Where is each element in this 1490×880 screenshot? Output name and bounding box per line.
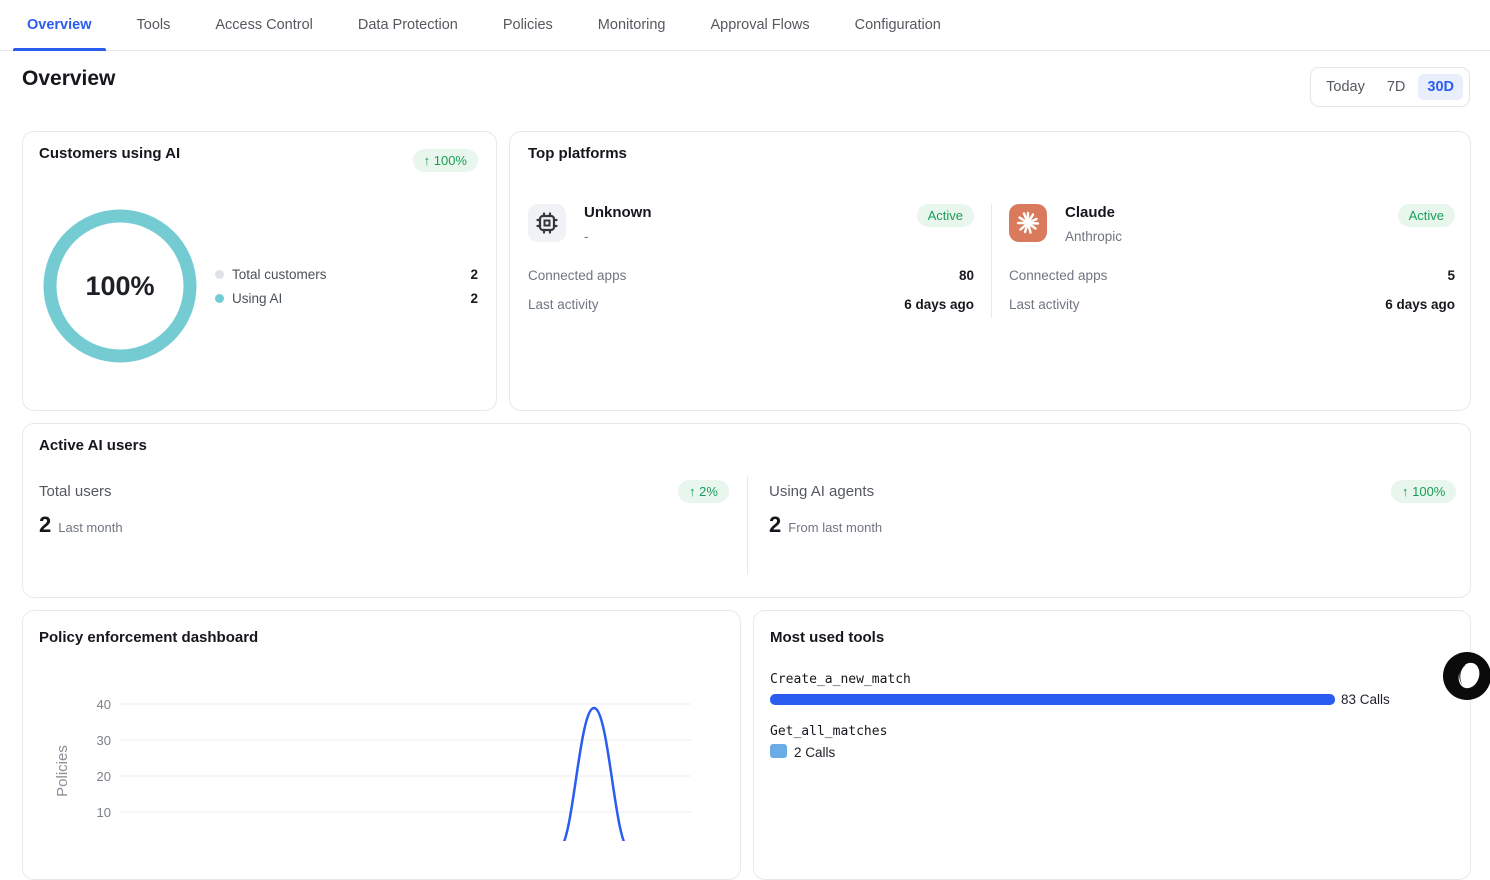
range-option-30d[interactable]: 30D <box>1418 74 1463 100</box>
connected-apps-row: Connected apps 5 <box>1009 268 1455 283</box>
using-ai-agents-label: Using AI agents <box>769 483 874 500</box>
last-activity-label: Last activity <box>528 297 599 312</box>
customers-using-ai-card: Customers using AI ↑ 100% 100% Total cus… <box>22 131 497 411</box>
metric-value: 2 <box>39 512 51 538</box>
tab-overview[interactable]: Overview <box>13 0 106 50</box>
chat-widget-button[interactable] <box>1443 652 1490 700</box>
tab-monitoring[interactable]: Monitoring <box>584 0 680 50</box>
legend-label: Total customers <box>232 267 462 282</box>
card-title: Most used tools <box>770 629 884 646</box>
tool-calls-label: 83 Calls <box>1341 692 1390 707</box>
connected-apps-row: Connected apps 80 <box>528 268 974 283</box>
card-title: Policy enforcement dashboard <box>39 629 258 646</box>
claude-starburst-icon <box>1009 204 1047 242</box>
y-axis-label: Policies <box>54 745 71 797</box>
connected-apps-value: 80 <box>959 268 974 283</box>
card-title: Customers using AI <box>39 145 180 162</box>
policy-line-chart: 40 30 20 10 Policies <box>45 661 725 841</box>
status-badge: Active <box>1398 204 1455 227</box>
tool-name: Get_all_matches <box>770 724 887 739</box>
last-activity-row: Last activity 6 days ago <box>528 297 974 312</box>
platform-vendor: - <box>584 229 589 244</box>
legend-row-total-customers: Total customers 2 <box>215 262 478 286</box>
last-activity-label: Last activity <box>1009 297 1080 312</box>
top-nav: Overview Tools Access Control Data Prote… <box>0 0 1490 51</box>
legend-row-using-ai: Using AI 2 <box>215 286 478 310</box>
platform-name: Unknown <box>584 204 652 221</box>
policy-enforcement-card: Policy enforcement dashboard 40 30 20 10… <box>22 610 741 880</box>
last-activity-value: 6 days ago <box>904 297 974 312</box>
legend-value: 2 <box>470 267 478 282</box>
total-users-label: Total users <box>39 483 112 500</box>
active-ai-users-card: Active AI users Total users ↑ 2% 2 Last … <box>22 423 1471 598</box>
gray-dot-icon <box>215 270 224 279</box>
platform-item-claude[interactable]: Claude Anthropic Active Connected apps 5… <box>1009 204 1455 334</box>
metric-caption: From last month <box>788 520 882 535</box>
vertical-divider <box>747 476 748 574</box>
tool-usage-bar <box>770 694 1335 705</box>
connected-apps-value: 5 <box>1447 268 1455 283</box>
y-tick-10: 10 <box>97 805 111 820</box>
range-option-7d[interactable]: 7D <box>1378 74 1415 100</box>
legend-value: 2 <box>470 291 478 306</box>
tab-tools[interactable]: Tools <box>123 0 185 50</box>
total-users-value-row: 2 Last month <box>39 512 123 538</box>
trend-badge: ↑ 100% <box>1391 480 1456 503</box>
donut-chart: 100% <box>42 208 198 364</box>
chip-icon <box>528 204 566 242</box>
platform-name: Claude <box>1065 204 1115 221</box>
card-title: Top platforms <box>528 145 627 162</box>
page-title: Overview <box>22 67 115 91</box>
last-activity-value: 6 days ago <box>1385 297 1455 312</box>
y-tick-40: 40 <box>97 697 111 712</box>
legend-label: Using AI <box>232 291 462 306</box>
tab-policies[interactable]: Policies <box>489 0 567 50</box>
last-activity-row: Last activity 6 days ago <box>1009 297 1455 312</box>
tab-access-control[interactable]: Access Control <box>201 0 327 50</box>
y-tick-30: 30 <box>97 733 111 748</box>
trend-badge: ↑ 100% <box>413 149 478 172</box>
donut-legend: Total customers 2 Using AI 2 <box>215 262 478 310</box>
chat-logo-icon <box>1443 652 1490 700</box>
top-platforms-card: Top platforms Unknown - Active Connected… <box>509 131 1471 411</box>
range-option-today[interactable]: Today <box>1317 74 1374 100</box>
platform-vendor: Anthropic <box>1065 229 1122 244</box>
tool-name: Create_a_new_match <box>770 672 911 687</box>
donut-center-value: 100% <box>42 208 198 364</box>
tool-calls-label: 2 Calls <box>794 745 835 760</box>
tab-approval-flows[interactable]: Approval Flows <box>697 0 824 50</box>
trend-badge: ↑ 2% <box>678 480 729 503</box>
tool-usage-bar <box>770 744 787 758</box>
vertical-divider <box>991 204 992 318</box>
metric-value: 2 <box>769 512 781 538</box>
connected-apps-label: Connected apps <box>1009 268 1107 283</box>
most-used-tools-card: Most used tools Create_a_new_match 83 Ca… <box>753 610 1471 880</box>
connected-apps-label: Connected apps <box>528 268 626 283</box>
status-badge: Active <box>917 204 974 227</box>
y-tick-20: 20 <box>97 769 111 784</box>
platform-item-unknown[interactable]: Unknown - Active Connected apps 80 Last … <box>528 204 974 334</box>
tab-configuration[interactable]: Configuration <box>841 0 955 50</box>
card-title: Active AI users <box>39 437 147 454</box>
using-ai-agents-value-row: 2 From last month <box>769 512 882 538</box>
teal-dot-icon <box>215 294 224 303</box>
time-range-selector: Today 7D 30D <box>1310 67 1470 107</box>
tab-data-protection[interactable]: Data Protection <box>344 0 472 50</box>
metric-caption: Last month <box>58 520 122 535</box>
policy-series-line <box>119 708 691 841</box>
